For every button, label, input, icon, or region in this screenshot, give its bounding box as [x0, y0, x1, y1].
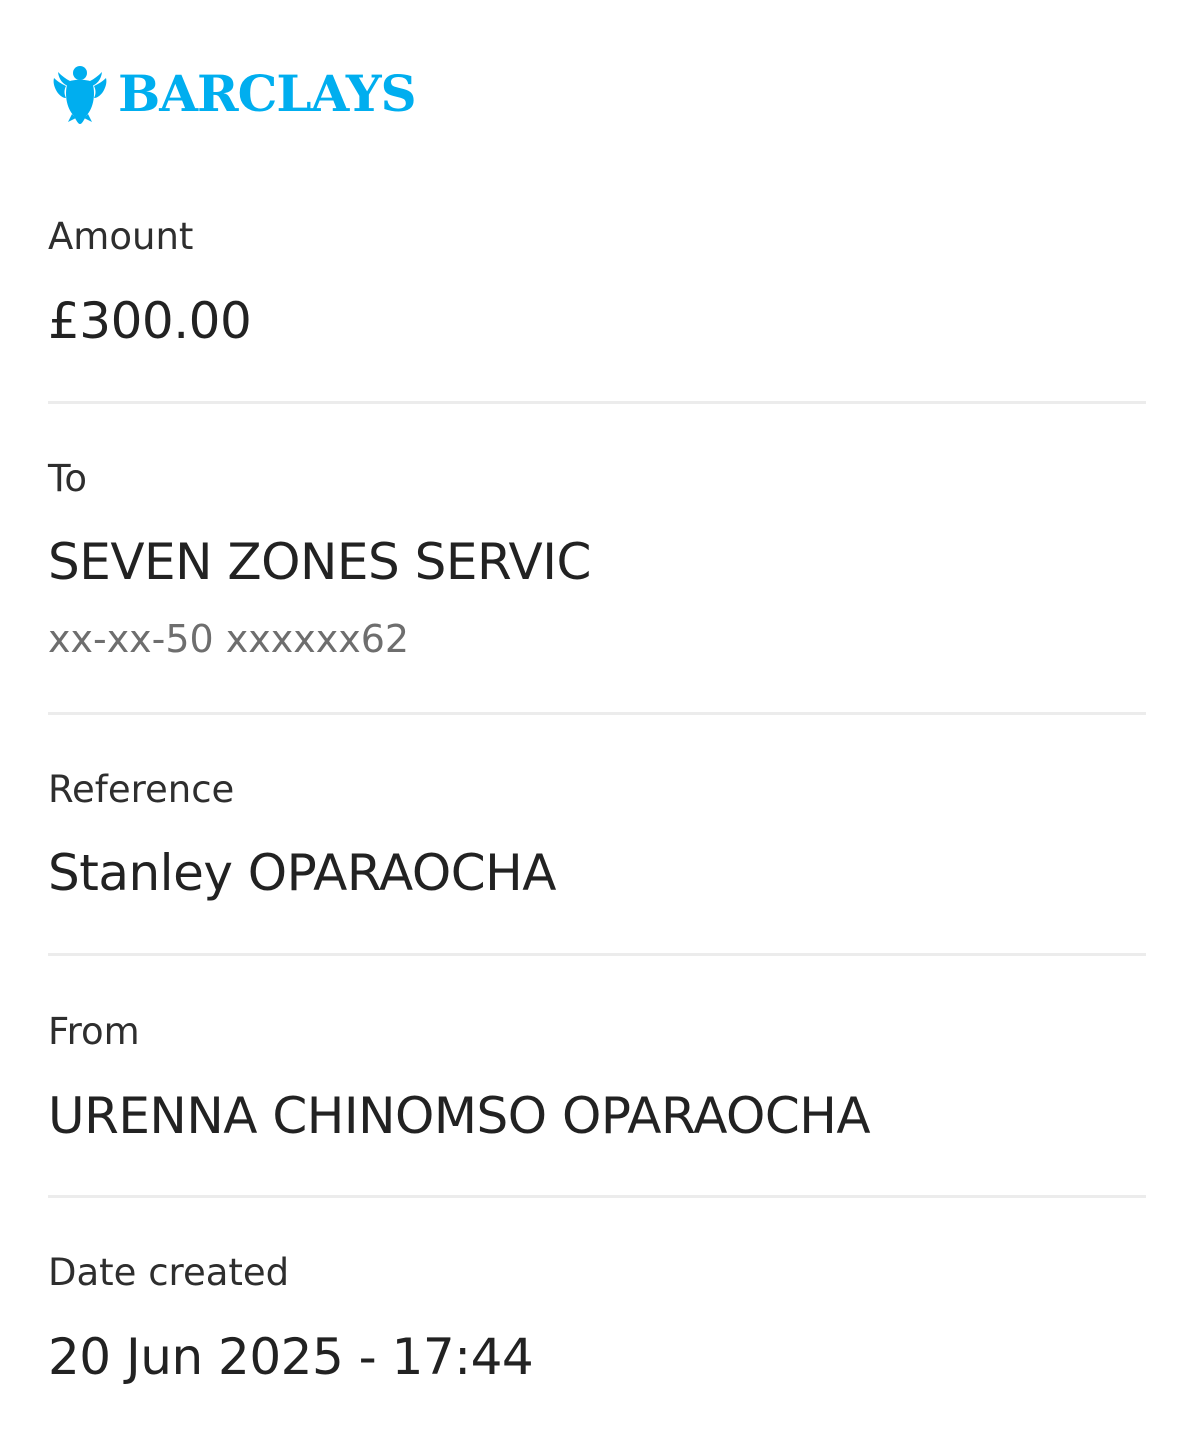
sender-label: From — [48, 1010, 140, 1053]
reference-value: Stanley OPARAOCHA — [48, 844, 556, 902]
eagle-icon — [52, 64, 108, 124]
brand-name: BARCLAYS — [118, 64, 417, 123]
barclays-logo: BARCLAYS — [52, 62, 417, 126]
date-value: 20 Jun 2025 - 17:44 — [48, 1328, 534, 1386]
recipient-label: To — [48, 457, 87, 500]
recipient-section: To SEVEN ZONES SERVIC xx-xx-50 xxxxxx62 — [48, 452, 1146, 672]
date-section: Date created 20 Jun 2025 - 17:44 — [48, 1246, 1146, 1406]
divider — [48, 953, 1146, 956]
amount-label: Amount — [48, 215, 194, 258]
recipient-account: xx-xx-50 xxxxxx62 — [48, 617, 410, 661]
sender-name: URENNA CHINOMSO OPARAOCHA — [48, 1087, 871, 1145]
reference-section: Reference Stanley OPARAOCHA — [48, 763, 1146, 913]
recipient-name: SEVEN ZONES SERVIC — [48, 533, 591, 591]
divider — [48, 401, 1146, 404]
date-label: Date created — [48, 1251, 290, 1294]
divider — [48, 712, 1146, 715]
amount-section: Amount £300.00 — [48, 210, 1146, 360]
amount-value: £300.00 — [48, 292, 252, 350]
sender-section: From URENNA CHINOMSO OPARAOCHA — [48, 1005, 1146, 1155]
divider — [48, 1195, 1146, 1198]
reference-label: Reference — [48, 768, 235, 811]
